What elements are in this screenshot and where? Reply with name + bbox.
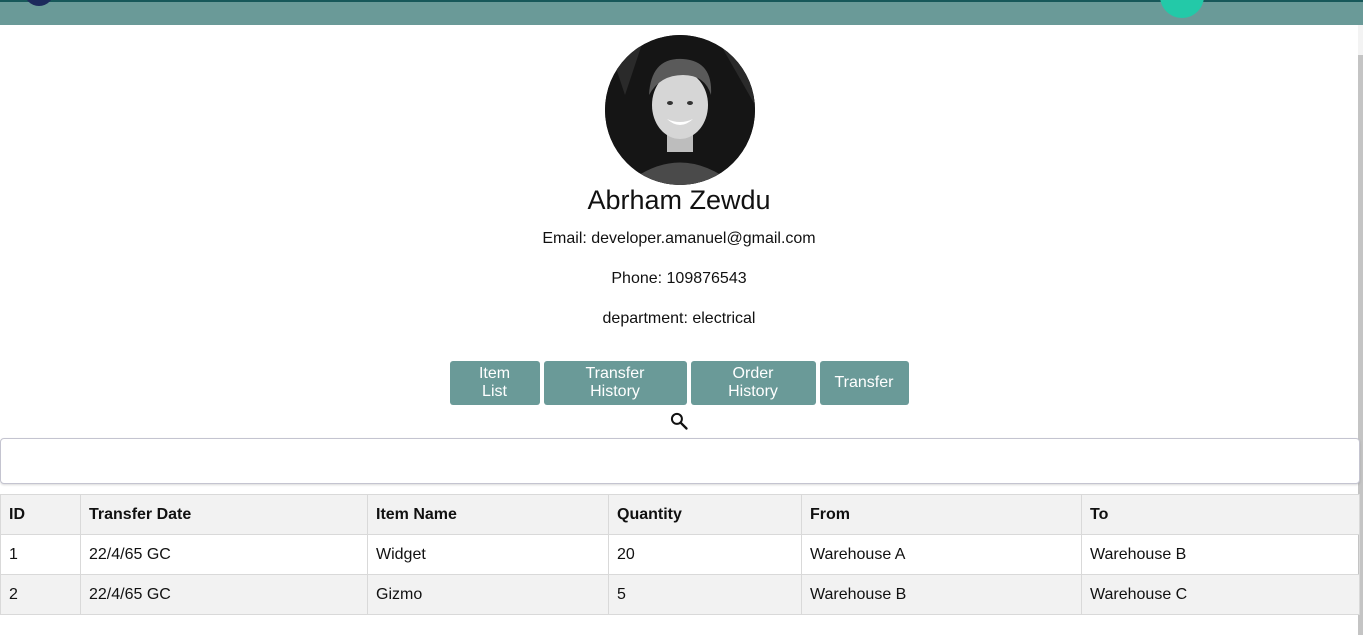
transfer-history-table: ID Transfer Date Item Name Quantity From… (0, 494, 1360, 615)
cell-from: Warehouse B (801, 574, 1082, 615)
column-header-id[interactable]: ID (0, 494, 81, 535)
table-row[interactable]: 1 22/4/65 GC Widget 20 Warehouse A Wareh… (0, 534, 1360, 575)
cell-item-name: Widget (367, 534, 609, 575)
item-list-button[interactable]: Item List (449, 361, 540, 405)
cell-id: 1 (0, 534, 81, 575)
profile-email: Email: developer.amanuel@gmail.com (542, 230, 816, 247)
cell-id: 2 (0, 574, 81, 615)
profile-avatar (605, 35, 755, 185)
cell-to: Warehouse C (1081, 574, 1360, 615)
table-row[interactable]: 2 22/4/65 GC Gizmo 5 Warehouse B Warehou… (0, 574, 1360, 615)
cell-quantity: 5 (608, 574, 802, 615)
user-avatar-button[interactable] (1160, 0, 1204, 18)
cell-quantity: 20 (608, 534, 802, 575)
transfer-history-button[interactable]: Transfer History (543, 361, 687, 405)
transfer-button[interactable]: Transfer (819, 361, 909, 405)
column-header-from[interactable]: From (801, 494, 1082, 535)
cell-transfer-date: 22/4/65 GC (80, 534, 368, 575)
profile-phone: Phone: 109876543 (611, 270, 747, 287)
column-header-quantity[interactable]: Quantity (608, 494, 802, 535)
search-icon[interactable] (669, 411, 689, 431)
top-app-bar (0, 0, 1363, 25)
cell-from: Warehouse A (801, 534, 1082, 575)
profile-name: Abrham Zewdu (587, 185, 771, 215)
nav-button-row: Item List Transfer History Order History… (0, 361, 1358, 405)
table-header-row: ID Transfer Date Item Name Quantity From… (0, 494, 1360, 535)
cell-transfer-date: 22/4/65 GC (80, 574, 368, 615)
column-header-item-name[interactable]: Item Name (367, 494, 609, 535)
column-header-to[interactable]: To (1081, 494, 1360, 535)
cell-item-name: Gizmo (367, 574, 609, 615)
column-header-transfer-date[interactable]: Transfer Date (80, 494, 368, 535)
cell-to: Warehouse B (1081, 534, 1360, 575)
profile-department: department: electrical (602, 310, 756, 327)
search-input[interactable] (0, 438, 1360, 484)
order-history-button[interactable]: Order History (690, 361, 816, 405)
app-logo[interactable] (24, 0, 54, 6)
